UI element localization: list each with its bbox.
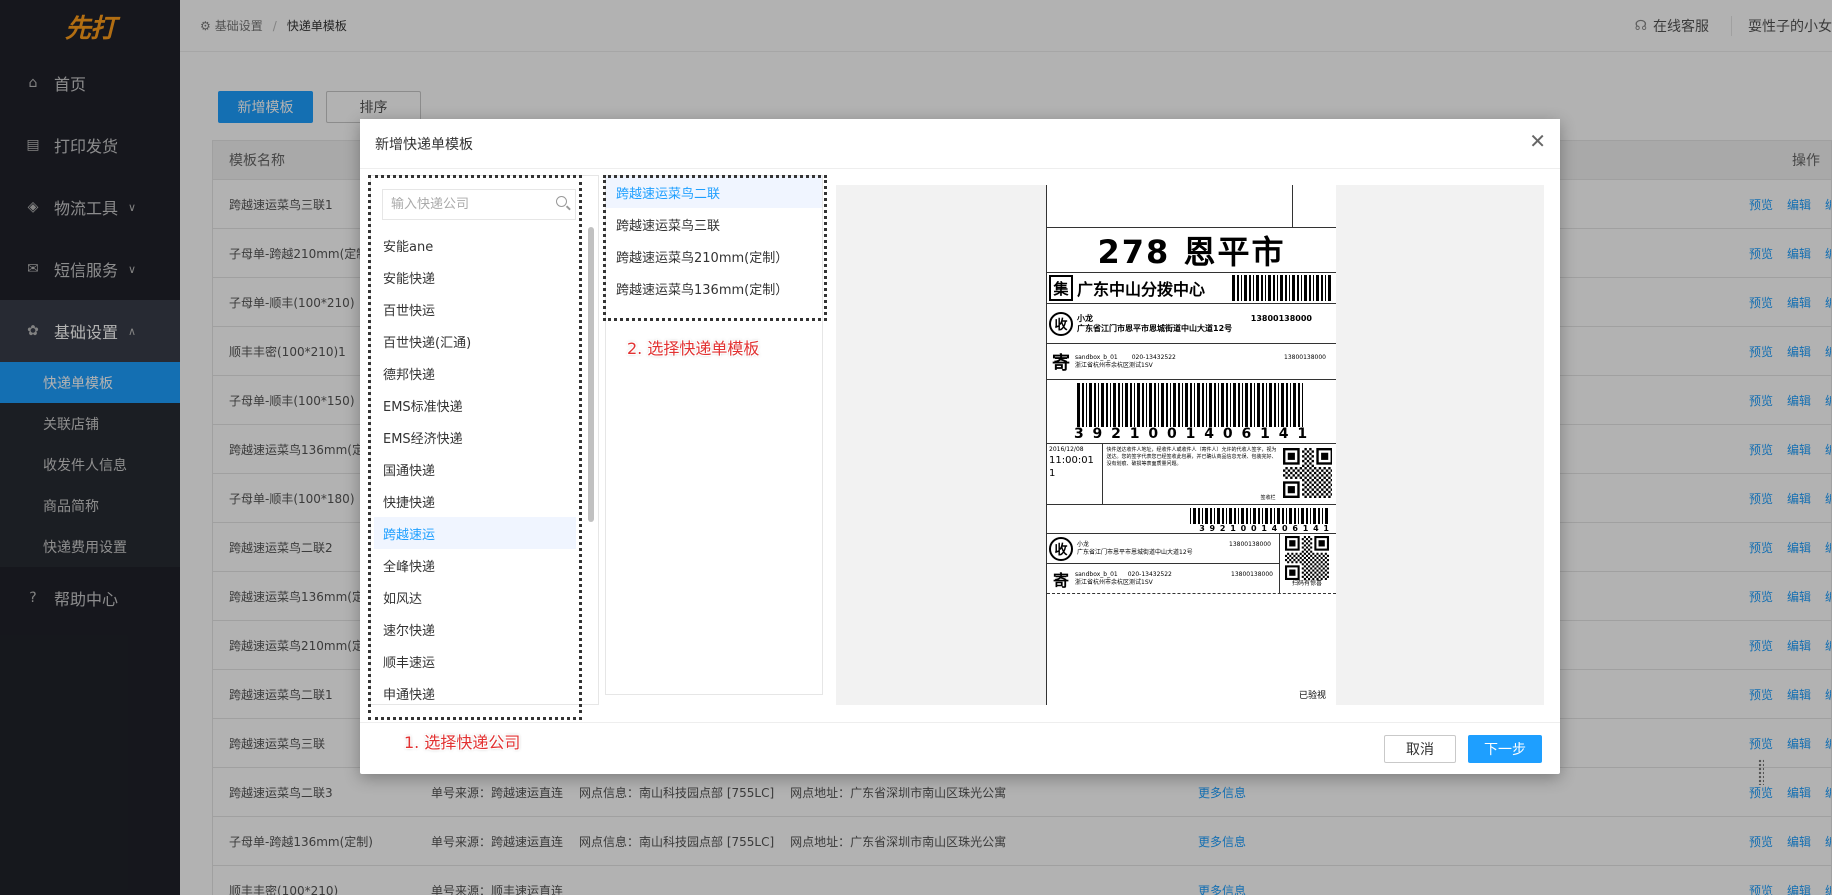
waybill-top [1047, 185, 1336, 228]
waybill-label: 278 恩平市 集 广东中山分拨中心 收 小龙 13800138000 广东省江… [1046, 185, 1336, 705]
next-button[interactable]: 下一步 [1468, 735, 1542, 763]
close-icon[interactable]: ✕ [1529, 131, 1546, 151]
template-preview: 278 恩平市 集 广东中山分拨中心 收 小龙 13800138000 广东省江… [836, 185, 1544, 705]
add-template-dialog: 新增快递单模板 ✕ 安能ane安能快递百世快运百世快递(汇通)德邦快递EMS标准… [360, 119, 1560, 774]
print-time: 11:00:01 [1049, 455, 1094, 466]
print-date: 2016/12/08 [1049, 446, 1084, 453]
barcode-image [1232, 275, 1331, 301]
waybill-sender-row: 寄 sandbox_b_01 020-13432522 13800138000 … [1047, 344, 1336, 380]
waybill-small-barcode: 3 9 2 1 0 0 1 4 0 6 1 4 1 [1047, 505, 1336, 534]
small-barcode-image [1190, 508, 1328, 524]
stub-qr: 扫码有惊喜 [1279, 534, 1334, 594]
stub-sender-tel: 020-13432522 [1127, 571, 1172, 578]
stub-sender-address: 浙江省杭州市余杭区测试1SV [1075, 579, 1153, 586]
dialog-footer: 取消 下一步 [360, 722, 1560, 774]
drag-handle-icon[interactable] [1758, 759, 1764, 785]
sender-tel: 020-13432522 [1131, 353, 1176, 361]
waybill-hub-row: 集 广东中山分拨中心 [1047, 273, 1336, 304]
receive-tag: 收 [1049, 536, 1073, 561]
cancel-button[interactable]: 取消 [1384, 735, 1456, 763]
send-tag: 寄 [1052, 571, 1069, 590]
waybill-main-barcode: 3 9 2 1 0 0 1 4 0 6 1 4 1 [1047, 380, 1336, 444]
scan-text: 扫码有惊喜 [1291, 580, 1322, 587]
receiver-name: 小龙 [1077, 313, 1093, 323]
stub-receiver-address: 广东省江门市恩平市恩城街道中山大道12号 [1077, 548, 1193, 556]
receive-tag: 收 [1049, 311, 1073, 336]
delivery-notice: 快件送达收件人地址，经收件人或收件人（寄件人）允许的代收人签字，视为送达。您的签… [1106, 447, 1277, 467]
tracking-number: 3 9 2 1 0 0 1 4 0 6 1 4 1 [1073, 425, 1310, 442]
stub-receiver: 收 小龙 13800138000 广东省江门市恩平市恩城街道中山大道12号 [1047, 534, 1279, 564]
waybill-stub: 收 小龙 13800138000 广东省江门市恩平市恩城街道中山大道12号 寄 … [1047, 534, 1336, 594]
receiver-address: 广东省江门市恩平市恩城街道中山大道12号 [1077, 323, 1233, 333]
company-list-scrollbar[interactable] [588, 227, 594, 522]
dialog-title: 新增快递单模板 [360, 119, 1560, 169]
stub-receiver-name: 小龙 [1077, 540, 1090, 548]
inspected-text: 已验视 [1298, 691, 1326, 701]
annotation-box-company [368, 175, 582, 720]
main-barcode-image [1076, 382, 1303, 427]
sender-phone: 13800138000 [1284, 353, 1326, 361]
qr-code-image [1283, 448, 1332, 498]
waybill-receiver-row: 收 小龙 13800138000 广东省江门市恩平市恩城街道中山大道12号 [1047, 304, 1336, 344]
waybill-hub: 广东中山分拨中心 [1077, 280, 1206, 299]
receiver-phone: 13800138000 [1250, 313, 1312, 323]
waybill-notice-row: 2016/12/08 11:00:01 1 快件送达收件人地址，经收件人或收件人… [1047, 444, 1336, 505]
sender-name: sandbox_b_01 [1075, 353, 1118, 361]
tracking-number-small: 3 9 2 1 0 0 1 4 0 6 1 4 1 [1199, 524, 1330, 533]
collect-tag: 集 [1049, 275, 1073, 301]
waybill-big-code: 278 恩平市 [1047, 228, 1336, 273]
annotation-step2: 2. 选择快递单模板 [627, 339, 760, 358]
stub-sender-phone: 13800138000 [1231, 571, 1273, 578]
send-tag: 寄 [1052, 352, 1070, 374]
stub-sender: 寄 sandbox_b_01 020-13432522 13800138000 … [1047, 564, 1279, 594]
print-count: 1 [1049, 468, 1056, 479]
sender-address: 浙江省杭州市余杭区测试1SV [1075, 361, 1153, 369]
sign-field: 签收栏 [1260, 495, 1276, 501]
annotation-box-template [603, 175, 827, 321]
stub-sender-name: sandbox_b_01 [1075, 571, 1118, 578]
stub-receiver-phone: 13800138000 [1229, 540, 1271, 548]
stub-qr-image [1285, 536, 1329, 580]
